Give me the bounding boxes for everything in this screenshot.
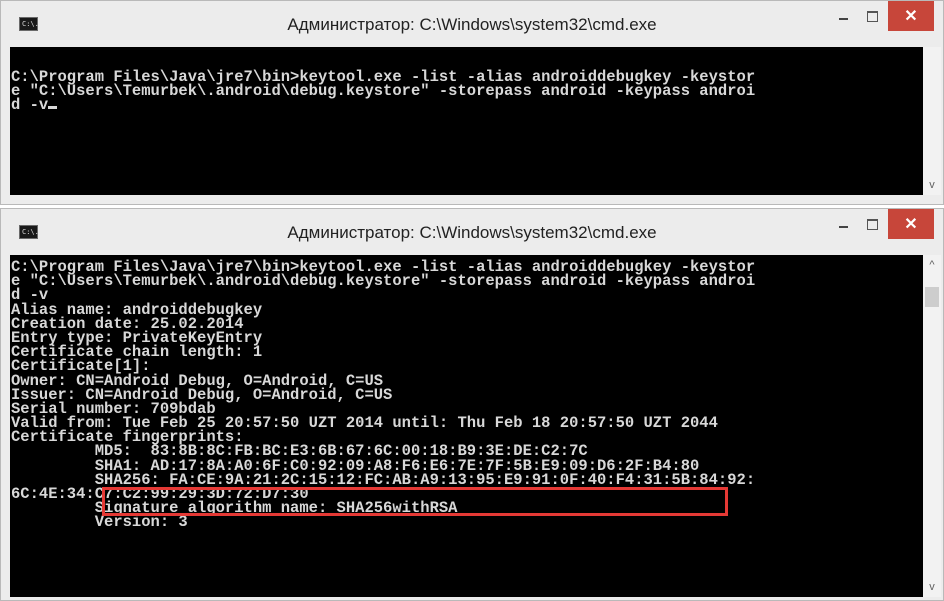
close-button[interactable]: ✕ bbox=[888, 1, 934, 31]
minimize-button[interactable] bbox=[830, 1, 856, 31]
title-bar[interactable]: C:\. Администратор: C:\Windows\system32\… bbox=[1, 1, 943, 47]
cmd-window-bottom: C:\. Администратор: C:\Windows\system32\… bbox=[0, 208, 944, 601]
scroll-down-arrow-icon[interactable]: v bbox=[923, 581, 941, 593]
console-line: d -v bbox=[10, 96, 923, 115]
window-title: Администратор: C:\Windows\system32\cmd.e… bbox=[287, 15, 657, 34]
console-line: e "C:\Users\Temurbek\.android\debug.keys… bbox=[11, 82, 756, 101]
scroll-down-arrow-icon[interactable]: v bbox=[923, 179, 941, 191]
vertical-scrollbar[interactable]: v bbox=[923, 47, 941, 195]
console-line-text: d -v bbox=[11, 96, 49, 115]
md5-highlight-box bbox=[102, 487, 728, 516]
console-line: Version: 3 bbox=[11, 513, 188, 532]
scroll-up-arrow-icon[interactable]: ^ bbox=[923, 259, 941, 271]
maximize-button[interactable] bbox=[859, 209, 885, 239]
cmd-window-top: C:\. Администратор: C:\Windows\system32\… bbox=[0, 0, 944, 205]
console-line: e "C:\Users\Temurbek\.android\debug.keys… bbox=[11, 272, 756, 291]
close-button[interactable]: ✕ bbox=[888, 209, 934, 239]
console-output[interactable]: C:\Program Files\Java\jre7\bin>keytool.e… bbox=[10, 47, 923, 195]
console-output[interactable]: C:\Program Files\Java\jre7\bin>keytool.e… bbox=[10, 255, 923, 597]
maximize-button[interactable] bbox=[859, 1, 885, 31]
title-bar[interactable]: C:\. Администратор: C:\Windows\system32\… bbox=[1, 209, 943, 255]
close-icon: ✕ bbox=[904, 216, 918, 233]
close-icon: ✕ bbox=[904, 8, 918, 25]
scrollbar-thumb[interactable] bbox=[925, 287, 939, 307]
window-title: Администратор: C:\Windows\system32\cmd.e… bbox=[287, 223, 657, 242]
text-cursor bbox=[48, 106, 58, 110]
vertical-scrollbar[interactable]: ^ v bbox=[923, 255, 941, 597]
minimize-button[interactable] bbox=[830, 209, 856, 239]
